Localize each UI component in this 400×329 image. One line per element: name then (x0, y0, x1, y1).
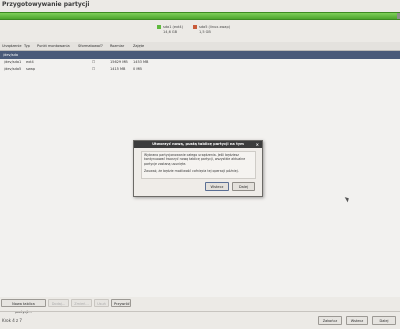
column-header[interactable]: Punkt montowania (37, 42, 70, 50)
dialog-continue-button[interactable]: Wstecz (205, 182, 229, 191)
dialog-cancel-button[interactable]: Dalej (232, 182, 255, 191)
cell-size: 1415 MB (110, 67, 126, 71)
legend-swatch-icon (157, 25, 161, 29)
window-title: Przygotowywanie partycji (2, 1, 90, 8)
cell-device: /dev/sda5 (4, 67, 22, 71)
delete-button[interactable]: Usuń (94, 299, 109, 307)
cell-size: 15629 MB (110, 60, 128, 64)
format-checkbox[interactable]: ☐ (92, 59, 95, 66)
column-header[interactable]: Sformatować? (78, 42, 103, 50)
cell-used: 1453 MB (133, 60, 149, 64)
change-button[interactable]: Zmień... (71, 299, 92, 307)
legend-swatch-icon (193, 25, 197, 29)
cell-used: 0 MB (133, 67, 142, 71)
legend-label: sda1 (ext4) (163, 25, 184, 29)
legend-label: sda5 (linux-swap) (199, 25, 231, 29)
partition-actions: Nowa tablica partycji... Dodaj... Zmień.… (0, 299, 400, 314)
column-header[interactable]: Zajęte (133, 42, 144, 50)
dialog-title: Utworzyć nową, pustą tablicę partycji na… (152, 142, 244, 146)
dialog-titlebar: Utworzyć nową, pustą tablicę partycji na… (134, 141, 262, 148)
table-header: Urządzenie Typ Punkt montowania Sformato… (0, 42, 400, 51)
legend-size: 1,5 GB (199, 29, 211, 34)
quit-button[interactable]: Zakończ (318, 316, 342, 325)
revert-button[interactable]: Przywróć (111, 299, 131, 307)
close-icon[interactable]: × (256, 141, 259, 148)
dialog-message: Wybrano partycjonowanie całego urządzeni… (141, 151, 256, 179)
cell-type: swap (26, 67, 36, 71)
column-header[interactable]: Urządzenie (2, 42, 22, 50)
column-header[interactable]: Rozmiar (110, 42, 124, 50)
partition-bar (0, 12, 400, 20)
format-checkbox[interactable]: ☐ (92, 66, 95, 73)
table-row-selected[interactable]: /dev/sda (0, 51, 400, 59)
column-header[interactable]: Typ (24, 42, 30, 50)
new-partition-table-button[interactable]: Nowa tablica partycji... (1, 299, 46, 314)
dialog-text: Zauważ, że będzie możliwość cofnięcia te… (144, 168, 239, 173)
back-button[interactable]: Wstecz (346, 316, 368, 325)
forward-button[interactable]: Dalej (372, 316, 396, 325)
new-partition-table-dialog: Utworzyć nową, pustą tablicę partycji na… (133, 140, 263, 197)
divider (0, 311, 400, 312)
cell-device: /dev/sda1 (4, 60, 22, 64)
table-row[interactable]: /dev/sda1 ext4 ☐ 15629 MB 1453 MB (0, 59, 400, 66)
step-indicator: Krok 4 z 7 (2, 318, 22, 323)
legend-item-sda1: sda1 (ext4) 14,6 GB (157, 25, 183, 34)
cell-type: ext4 (26, 60, 34, 64)
legend-item-sda5: sda5 (linux-swap) 1,5 GB (193, 25, 230, 34)
legend-size: 14,6 GB (163, 29, 178, 34)
table-row[interactable]: /dev/sda5 swap ☐ 1415 MB 0 MB (0, 66, 400, 73)
add-button[interactable]: Dodaj... (48, 299, 69, 307)
dialog-text: Wybrano partycjonowanie całego urządzeni… (144, 153, 246, 166)
